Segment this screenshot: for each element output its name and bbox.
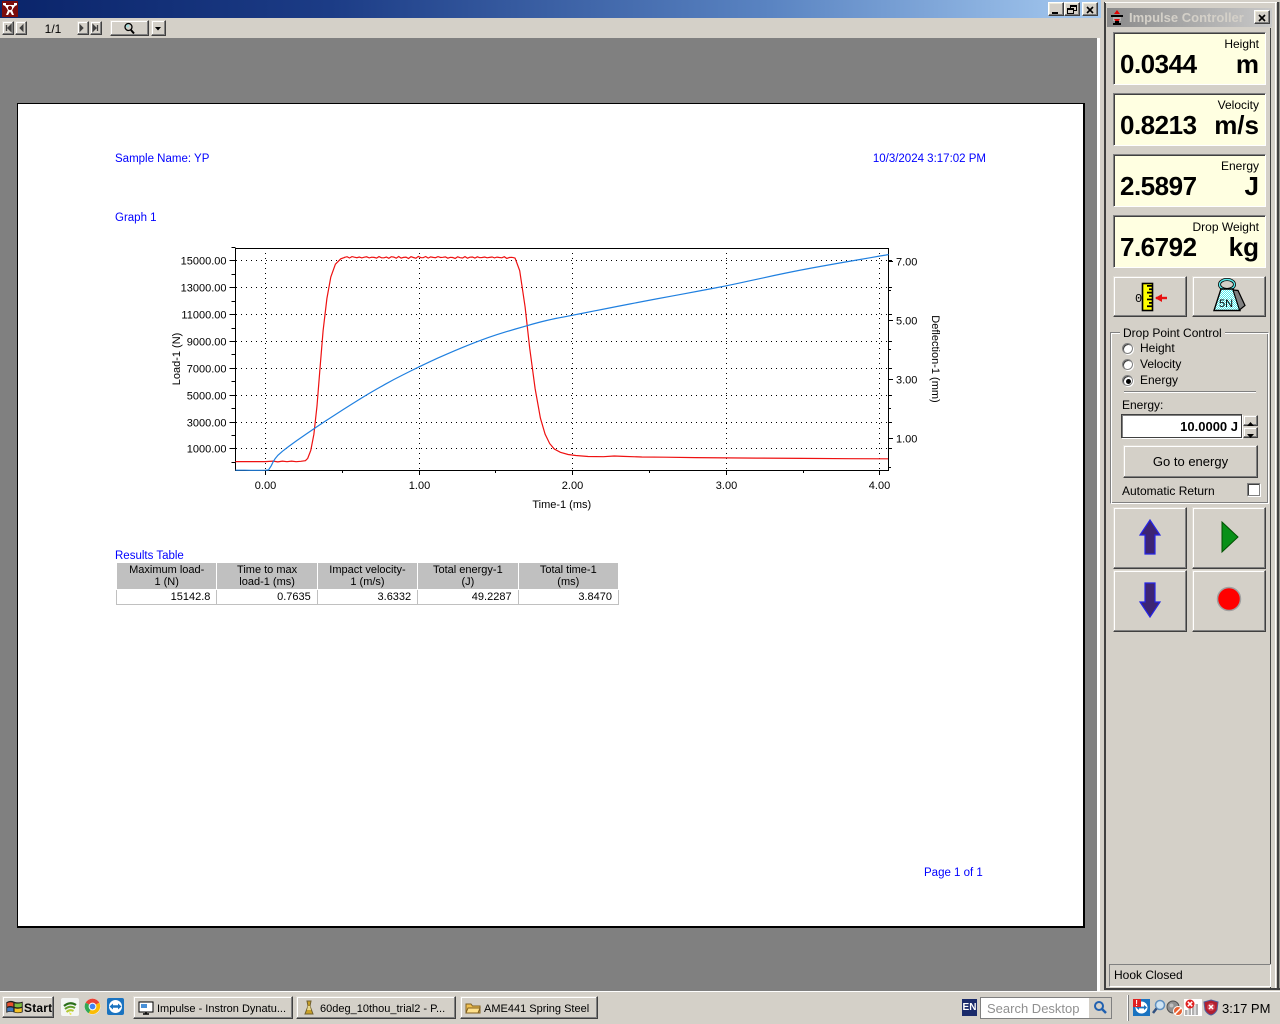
svg-text:4.00: 4.00 (869, 480, 890, 492)
svg-text:5.00: 5.00 (896, 316, 917, 328)
svg-text:1.00: 1.00 (409, 480, 430, 492)
svg-text:1000.00: 1000.00 (187, 444, 227, 456)
svg-text:1.00: 1.00 (896, 434, 917, 446)
svg-text:11000.00: 11000.00 (181, 310, 226, 322)
svg-text:3.00: 3.00 (896, 375, 917, 387)
svg-text:2.00: 2.00 (562, 480, 583, 492)
svg-text:!: ! (1135, 999, 1138, 1008)
svg-text:Deflection-1 (mm): Deflection-1 (mm) (929, 315, 941, 402)
svg-text:Time-1 (ms): Time-1 (ms) (532, 499, 591, 511)
svg-text:5000.00: 5000.00 (187, 391, 227, 403)
svg-text:3.00: 3.00 (716, 480, 737, 492)
svg-text:9000.00: 9000.00 (187, 337, 227, 349)
svg-text:Load-1 (N): Load-1 (N) (171, 333, 183, 386)
svg-text:0.00: 0.00 (255, 480, 276, 492)
svg-text:5N: 5N (1219, 298, 1233, 310)
svg-text:7.00: 7.00 (896, 257, 917, 269)
svg-text:13000.00: 13000.00 (181, 283, 227, 295)
svg-text:0: 0 (1135, 292, 1142, 306)
svg-text:3000.00: 3000.00 (187, 418, 227, 430)
svg-text:7000.00: 7000.00 (187, 364, 227, 376)
svg-text:15000.00: 15000.00 (181, 256, 227, 268)
